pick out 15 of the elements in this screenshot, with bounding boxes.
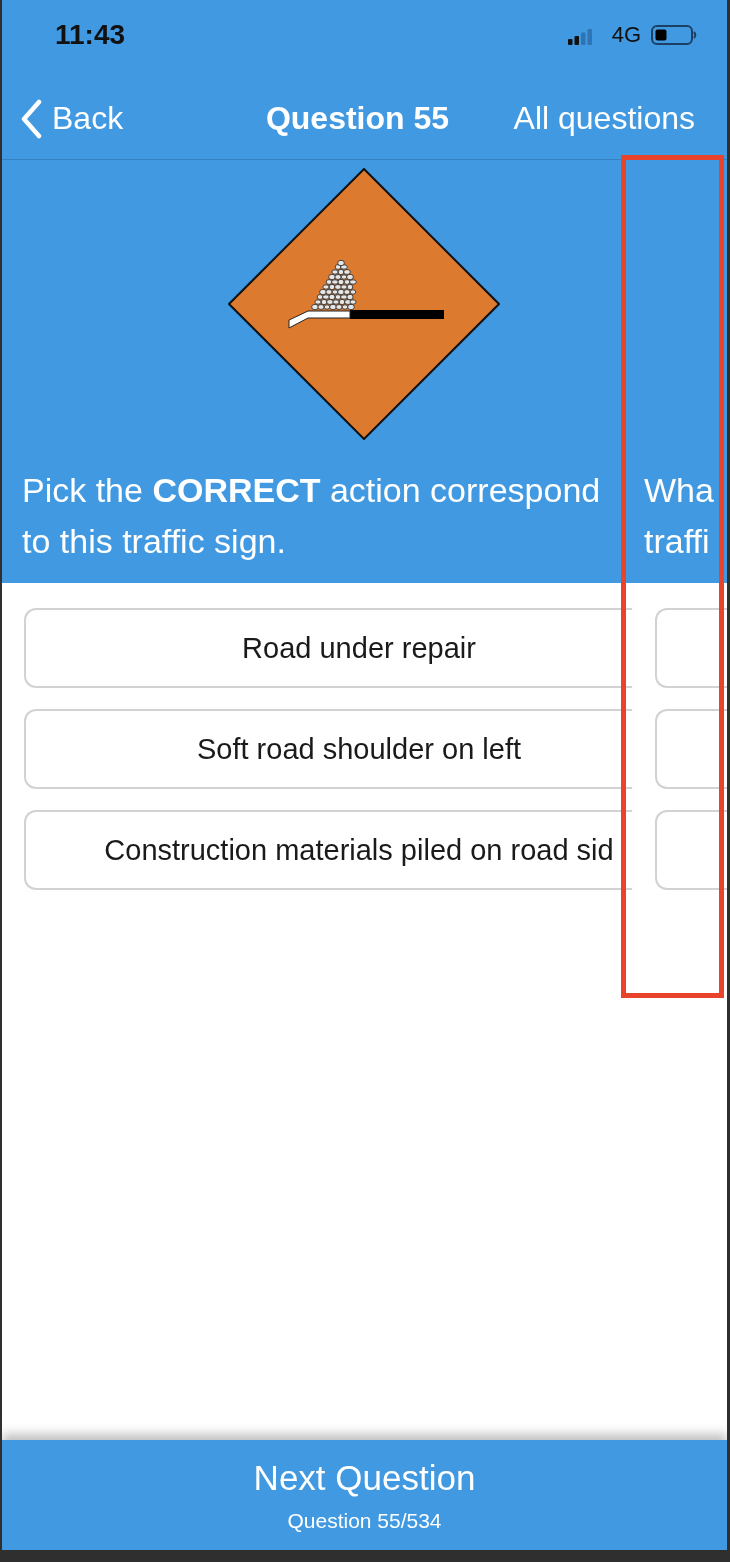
- signal-icon: [567, 28, 592, 45]
- answer-button[interactable]: Soft road shoulder on left: [24, 709, 632, 789]
- chevron-left-icon: [20, 98, 42, 139]
- status-time: 11:43: [55, 19, 126, 51]
- question-text: Pick the CORRECT action correspond to this traffic sign.: [21, 470, 602, 562]
- answer-button[interactable]: Road under repair: [24, 608, 632, 688]
- answer-button[interactable]: [655, 810, 727, 890]
- network-label: 4G: [611, 22, 641, 48]
- question-text: Wha traffi: [643, 470, 715, 562]
- answer-button[interactable]: [655, 608, 727, 688]
- answer-button[interactable]: [655, 709, 727, 789]
- battery-icon: [651, 25, 697, 45]
- question-counter: Question 55/534: [287, 1508, 442, 1534]
- screen-title: Question 55: [265, 100, 450, 137]
- answer-button[interactable]: Construction materials piled on road sid: [24, 810, 632, 890]
